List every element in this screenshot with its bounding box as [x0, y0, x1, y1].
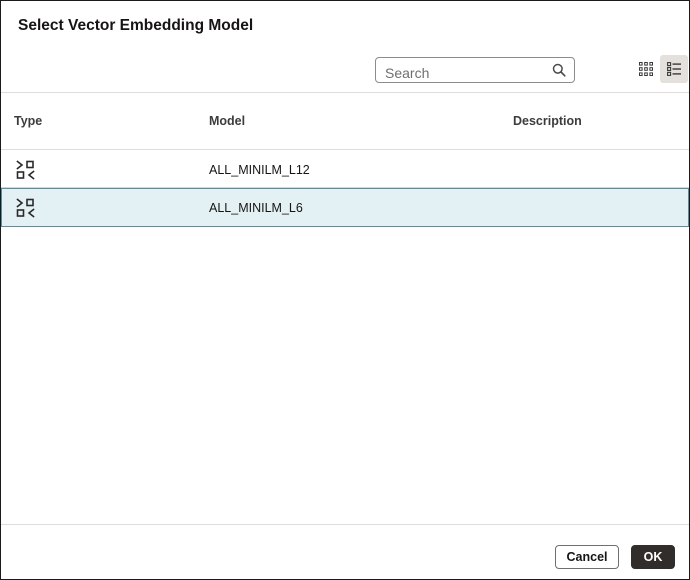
cancel-button[interactable]: Cancel: [555, 545, 619, 569]
column-header-type[interactable]: Type: [14, 114, 42, 128]
search-icon[interactable]: [552, 63, 566, 77]
embedding-model-icon: [16, 160, 36, 180]
table-row[interactable]: ALL_MINILM_L12: [1, 150, 689, 188]
dialog-title: Select Vector Embedding Model: [18, 17, 254, 34]
toolbar-divider: [1, 92, 689, 93]
model-name: ALL_MINILM_L12: [209, 163, 310, 177]
model-name: ALL_MINILM_L6: [209, 201, 303, 215]
select-model-dialog: Select Vector Embedding Model Search Typ…: [0, 0, 690, 580]
grid-view-button[interactable]: [632, 55, 660, 83]
ok-button[interactable]: OK: [631, 545, 675, 569]
search-input[interactable]: [376, 58, 555, 85]
list-view-icon: [667, 62, 681, 76]
search-box[interactable]: [375, 57, 575, 85]
column-header-model[interactable]: Model: [209, 114, 245, 128]
grid-view-icon: [639, 62, 653, 76]
column-header-description[interactable]: Description: [513, 114, 582, 128]
footer-divider: [1, 524, 689, 525]
list-view-button[interactable]: [660, 55, 688, 83]
table-row-selected[interactable]: ALL_MINILM_L6: [1, 188, 689, 227]
embedding-model-icon: [16, 198, 36, 218]
